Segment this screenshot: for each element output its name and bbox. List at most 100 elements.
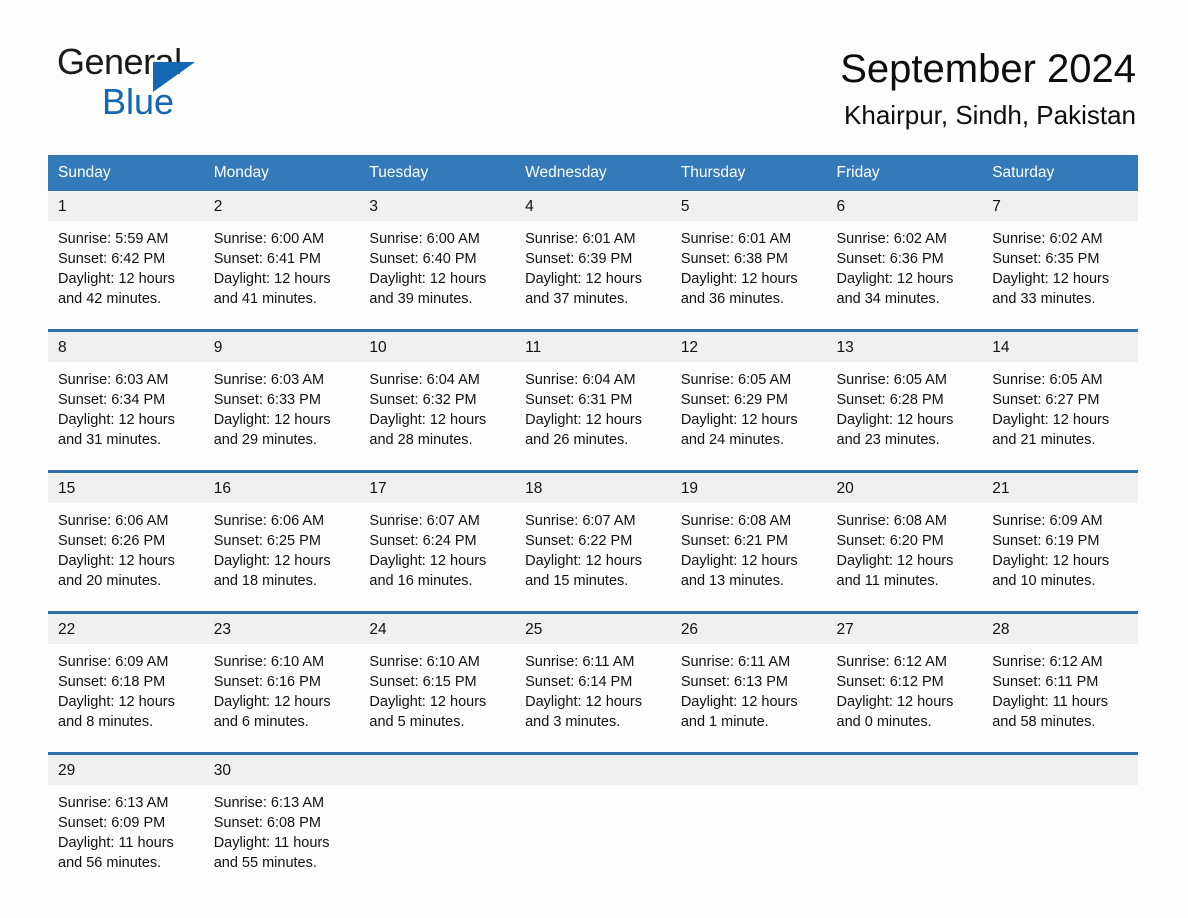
daylight-text-line1: Daylight: 12 hours: [58, 693, 175, 710]
day-cell[interactable]: 13 Sunrise: 6:05 AM Sunset: 6:28 PM Dayligh…: [826, 328, 983, 472]
day-cell[interactable]: 18 Sunrise: 6:07 AM Sunset: 6:22 PM Dayligh…: [515, 469, 671, 613]
day-number: 15: [48, 472, 204, 503]
daylight-text-line1: Daylight: 12 hours: [369, 270, 487, 287]
weekday-header-thursday: Thursday: [670, 154, 827, 191]
week-row: 1 Sunrise: 5:59 AM Sunset: 6:42 PM Daylight…: [48, 190, 1138, 331]
day-cell[interactable]: 27 Sunrise: 6:12 AM Sunset: 6:12 PM Dayligh…: [826, 610, 983, 754]
day-cell[interactable]: 6 Sunrise: 6:02 AM Sunset: 6:36 PM Daylight…: [826, 190, 983, 331]
day-cell[interactable]: 15 Sunrise: 6:06 AM Sunset: 6:26 PM Dayligh…: [48, 469, 204, 613]
day-cell[interactable]: 23 Sunrise: 6:10 AM Sunset: 6:16 PM Dayligh…: [203, 610, 360, 754]
daylight-text-line2: and 26 minutes.: [525, 431, 629, 448]
day-details: [671, 785, 827, 875]
day-cell[interactable]: 29 Sunrise: 6:13 AM Sunset: 6:09 PM Dayligh…: [48, 751, 204, 893]
sunset-text: Sunset: 6:33 PM: [213, 391, 321, 408]
day-details: Sunrise: 6:05 AM Sunset: 6:28 PM Daylight:…: [827, 362, 983, 470]
day-cell[interactable]: 19 Sunrise: 6:08 AM Sunset: 6:21 PM Dayligh…: [670, 469, 827, 613]
day-cell-empty: [982, 751, 1138, 893]
day-number: 19: [670, 472, 827, 503]
day-cell[interactable]: 17 Sunrise: 6:07 AM Sunset: 6:24 PM Dayligh…: [359, 469, 516, 613]
daylight-text-line2: and 18 minutes.: [213, 572, 317, 589]
day-cell[interactable]: 16 Sunrise: 6:06 AM Sunset: 6:25 PM Dayligh…: [203, 469, 360, 613]
daylight-text-line2: and 58 minutes.: [992, 713, 1096, 730]
daylight-text-line1: Daylight: 12 hours: [213, 693, 331, 710]
day-details: Sunrise: 6:08 AM Sunset: 6:20 PM Daylight:…: [827, 503, 983, 611]
daylight-text-line2: and 3 minutes.: [525, 713, 621, 730]
page-header: General Blue September 2024 Khairpur, Si…: [0, 0, 1188, 133]
sunrise-text: Sunrise: 6:13 AM: [213, 794, 325, 811]
daylight-text-line2: and 55 minutes.: [213, 854, 317, 871]
sunset-text: Sunset: 6:29 PM: [680, 391, 789, 408]
day-details: [827, 785, 983, 875]
weekday-header-tuesday: Tuesday: [359, 154, 516, 191]
sunset-text: Sunset: 6:14 PM: [525, 673, 633, 690]
day-number: 4: [515, 190, 671, 221]
day-cell[interactable]: 12 Sunrise: 6:05 AM Sunset: 6:29 PM Dayligh…: [670, 328, 827, 472]
day-cell-empty: [670, 751, 827, 893]
day-cell[interactable]: 10 Sunrise: 6:04 AM Sunset: 6:32 PM Dayligh…: [359, 328, 516, 472]
sunrise-text: Sunrise: 6:00 AM: [213, 230, 325, 247]
sunset-text: Sunset: 6:24 PM: [369, 532, 477, 549]
day-cell-empty: [515, 751, 671, 893]
day-cell[interactable]: 4 Sunrise: 6:01 AM Sunset: 6:39 PM Daylight…: [515, 190, 671, 331]
daylight-text-line2: and 39 minutes.: [369, 290, 473, 307]
sunrise-text: Sunrise: 6:03 AM: [213, 371, 325, 388]
daylight-text-line1: Daylight: 12 hours: [213, 411, 331, 428]
sunset-text: Sunset: 6:11 PM: [992, 673, 1099, 690]
day-number: 16: [203, 472, 360, 503]
day-cell[interactable]: 8 Sunrise: 6:03 AM Sunset: 6:34 PM Daylight…: [48, 328, 204, 472]
day-number: 17: [359, 472, 516, 503]
day-number: 7: [982, 190, 1138, 221]
day-cell[interactable]: 5 Sunrise: 6:01 AM Sunset: 6:38 PM Daylight…: [670, 190, 827, 331]
day-cell[interactable]: 3 Sunrise: 6:00 AM Sunset: 6:40 PM Daylight…: [359, 190, 516, 331]
week-row: 15 Sunrise: 6:06 AM Sunset: 6:26 PM Dayligh…: [48, 469, 1138, 613]
daylight-text-line1: Daylight: 12 hours: [525, 411, 642, 428]
sunset-text: Sunset: 6:13 PM: [680, 673, 789, 690]
sunset-text: Sunset: 6:41 PM: [213, 250, 321, 267]
day-cell[interactable]: 24 Sunrise: 6:10 AM Sunset: 6:15 PM Dayligh…: [359, 610, 516, 754]
day-cell[interactable]: 14 Sunrise: 6:05 AM Sunset: 6:27 PM Dayligh…: [982, 328, 1138, 472]
daylight-text-line2: and 1 minute.: [680, 713, 769, 730]
general-blue-logo[interactable]: General Blue: [57, 44, 257, 122]
calendar-header-row: Sunday Monday Tuesday Wednesday Thursday…: [48, 154, 1138, 191]
day-cell[interactable]: 9 Sunrise: 6:03 AM Sunset: 6:33 PM Daylight…: [203, 328, 360, 472]
title-block: September 2024 Khairpur, Sindh, Pakistan: [840, 44, 1136, 133]
daylight-text-line2: and 6 minutes.: [213, 713, 309, 730]
sunset-text: Sunset: 6:25 PM: [213, 532, 321, 549]
day-cell[interactable]: 26 Sunrise: 6:11 AM Sunset: 6:13 PM Dayligh…: [670, 610, 827, 754]
day-number: 28: [982, 613, 1138, 644]
daylight-text-line1: Daylight: 12 hours: [836, 552, 954, 569]
day-cell[interactable]: 1 Sunrise: 5:59 AM Sunset: 6:42 PM Daylight…: [48, 190, 204, 331]
day-cell[interactable]: 2 Sunrise: 6:00 AM Sunset: 6:41 PM Daylight…: [203, 190, 360, 331]
day-cell[interactable]: 11 Sunrise: 6:04 AM Sunset: 6:31 PM Dayligh…: [515, 328, 671, 472]
day-details: Sunrise: 6:02 AM Sunset: 6:36 PM Daylight:…: [827, 221, 983, 329]
day-cell[interactable]: 21 Sunrise: 6:09 AM Sunset: 6:19 PM Dayligh…: [982, 469, 1138, 613]
daylight-text-line1: Daylight: 12 hours: [369, 411, 487, 428]
sunrise-text: Sunrise: 6:09 AM: [58, 653, 169, 670]
day-number: 24: [359, 613, 516, 644]
daylight-text-line1: Daylight: 12 hours: [680, 693, 798, 710]
day-number: 14: [982, 331, 1138, 362]
day-cell[interactable]: 25 Sunrise: 6:11 AM Sunset: 6:14 PM Dayligh…: [515, 610, 671, 754]
sunrise-text: Sunrise: 6:04 AM: [525, 371, 636, 388]
sunset-text: Sunset: 6:42 PM: [58, 250, 166, 267]
sunset-text: Sunset: 6:08 PM: [213, 814, 321, 831]
sunrise-text: Sunrise: 6:05 AM: [680, 371, 792, 388]
daylight-text-line1: Daylight: 12 hours: [680, 552, 798, 569]
day-number: 11: [515, 331, 671, 362]
day-details: Sunrise: 6:13 AM Sunset: 6:08 PM Daylight:…: [204, 785, 360, 893]
day-details: Sunrise: 6:05 AM Sunset: 6:27 PM Daylight:…: [982, 362, 1138, 470]
sunrise-text: Sunrise: 6:01 AM: [525, 230, 636, 247]
day-cell[interactable]: 7 Sunrise: 6:02 AM Sunset: 6:35 PM Daylight…: [982, 190, 1138, 331]
day-cell[interactable]: 30 Sunrise: 6:13 AM Sunset: 6:08 PM Dayligh…: [203, 751, 360, 893]
sunset-text: Sunset: 6:18 PM: [58, 673, 166, 690]
daylight-text-line2: and 31 minutes.: [58, 431, 162, 448]
day-cell[interactable]: 28 Sunrise: 6:12 AM Sunset: 6:11 PM Dayligh…: [982, 610, 1138, 754]
day-cell[interactable]: 22 Sunrise: 6:09 AM Sunset: 6:18 PM Dayligh…: [48, 610, 204, 754]
day-details: [515, 785, 671, 875]
daylight-text-line1: Daylight: 12 hours: [836, 693, 954, 710]
day-cell[interactable]: 20 Sunrise: 6:08 AM Sunset: 6:20 PM Dayligh…: [826, 469, 983, 613]
day-number: 22: [48, 613, 204, 644]
day-details: Sunrise: 6:12 AM Sunset: 6:12 PM Daylight:…: [827, 644, 983, 752]
sunset-text: Sunset: 6:26 PM: [58, 532, 166, 549]
day-details: Sunrise: 6:03 AM Sunset: 6:33 PM Daylight:…: [204, 362, 360, 470]
